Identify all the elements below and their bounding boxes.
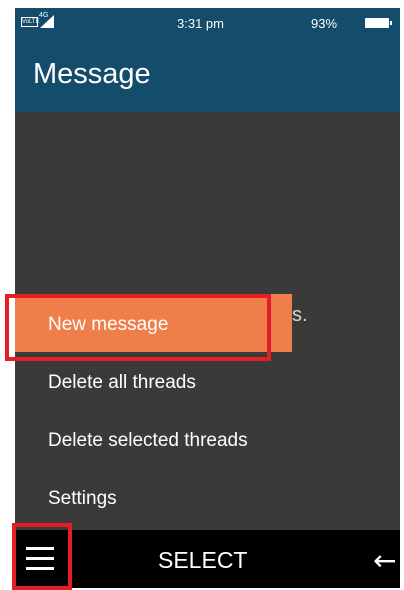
app-header: Message: [15, 38, 400, 112]
menu-item-label: Settings: [48, 488, 117, 509]
phone-screen: VoLTE 4G 3:31 pm 93% Message s. New mess…: [15, 8, 400, 588]
new-message-menu-item[interactable]: New message: [15, 294, 292, 352]
hamburger-menu-icon[interactable]: [26, 547, 54, 570]
menu-item-label: Delete all threads: [48, 372, 196, 393]
select-softkey[interactable]: SELECT: [158, 547, 247, 574]
page-title: Message: [33, 58, 151, 90]
status-time: 3:31 pm: [177, 16, 224, 31]
obscured-empty-text: s.: [292, 304, 308, 326]
battery-icon: [365, 18, 392, 28]
status-bar: VoLTE 4G 3:31 pm 93%: [15, 8, 400, 38]
settings-menu-item[interactable]: Settings: [15, 468, 292, 526]
options-menu: New message Delete all threads Delete se…: [15, 294, 292, 530]
menu-item-label: New message: [48, 314, 169, 335]
volte-indicator: VoLTE: [21, 17, 40, 27]
menu-item-label: Delete selected threads: [48, 430, 248, 451]
signal-strength-icon: [40, 15, 54, 28]
delete-all-threads-menu-item[interactable]: Delete all threads: [15, 352, 292, 410]
battery-percentage: 93%: [311, 16, 338, 31]
back-arrow-icon[interactable]: ←: [373, 544, 396, 577]
delete-selected-threads-menu-item[interactable]: Delete selected threads: [15, 410, 292, 468]
softkey-bar: SELECT ←: [15, 530, 400, 588]
